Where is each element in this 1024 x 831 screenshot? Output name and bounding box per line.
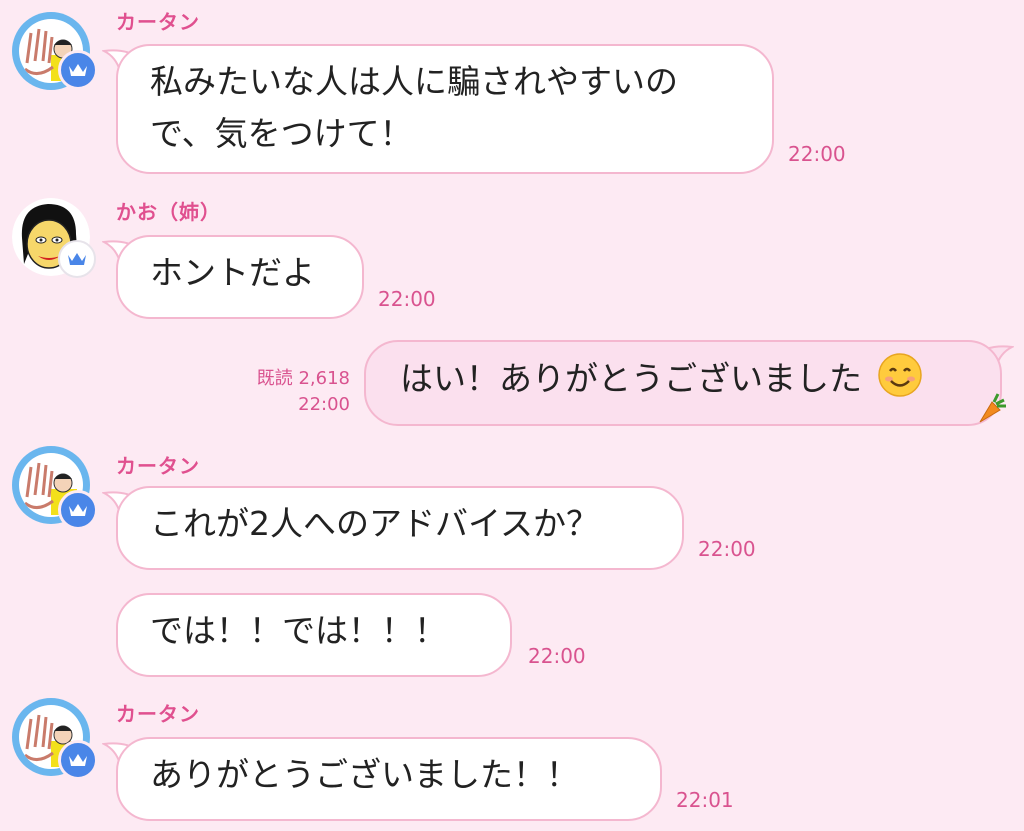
message-text: ありがとうございました！！	[150, 755, 579, 794]
crown-icon	[58, 240, 96, 278]
timestamp: 22:00	[788, 142, 846, 166]
crown-icon	[58, 50, 98, 90]
sender-name: カータン	[116, 10, 200, 34]
my-message-bubble[interactable]: はい！ありがとうございました	[364, 340, 1002, 426]
timestamp: 22:00	[378, 287, 436, 311]
message-text: はい！ありがとうございました	[400, 359, 862, 398]
sender-name: カータン	[116, 454, 200, 478]
message-bubble[interactable]: では！！では！！！	[116, 593, 512, 677]
message-line: で、気をつけて！	[150, 114, 413, 153]
read-receipt: 既読 2,618 22:00	[240, 366, 350, 418]
message-text: ホントだよ	[150, 253, 315, 292]
timestamp: 22:00	[298, 394, 350, 415]
timestamp: 22:01	[676, 788, 734, 812]
message-bubble[interactable]: これが2人へのアドバイスか？	[116, 486, 684, 570]
message-bubble[interactable]: 私みたいな人は人に騙されやすいの で、気をつけて！	[116, 44, 774, 174]
message-text: これが2人へのアドバイスか？	[150, 504, 600, 543]
sender-name: かお（姉）	[116, 200, 221, 224]
timestamp: 22:00	[528, 644, 586, 668]
crown-icon	[58, 490, 98, 530]
message-bubble[interactable]: ありがとうございました！！	[116, 737, 662, 821]
smiling-face-icon	[877, 353, 922, 397]
crown-icon	[58, 740, 98, 780]
read-count: 既読 2,618	[256, 368, 350, 389]
message-bubble[interactable]: ホントだよ	[116, 235, 364, 319]
message-text: では！！では！！！	[150, 611, 447, 650]
sender-name: カータン	[116, 702, 200, 726]
message-line: 私みたいな人は人に騙されやすいの	[150, 62, 678, 101]
timestamp: 22:00	[698, 537, 756, 561]
carrot-icon	[979, 393, 1006, 423]
